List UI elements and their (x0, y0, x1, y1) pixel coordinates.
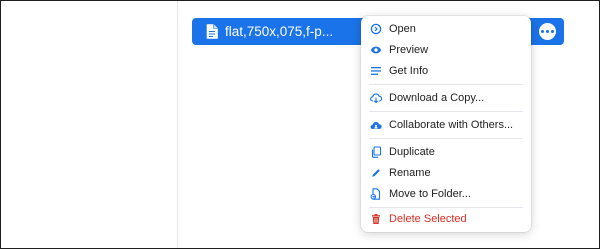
menu-item-label: Download a Copy... (389, 92, 485, 104)
menu-item-get-info[interactable]: Get Info (361, 61, 531, 81)
menu-item-duplicate[interactable]: Duplicate (361, 142, 531, 162)
pencil-icon (370, 167, 382, 179)
menu-item-label: Collaborate with Others... (389, 119, 514, 131)
menu-item-download[interactable]: Download a Copy... (361, 88, 531, 108)
eye-icon (370, 44, 382, 56)
menu-item-label: Open (389, 23, 416, 35)
move-file-icon (370, 188, 382, 200)
menu-item-preview[interactable]: Preview (361, 40, 531, 60)
collaborate-cloud-icon (370, 119, 382, 131)
cloud-download-icon (370, 92, 382, 104)
menu-item-collaborate[interactable]: Collaborate with Others... (361, 115, 531, 135)
file-name: flat,750x,075,f-p... (225, 24, 334, 39)
more-dot (546, 30, 549, 33)
menu-item-label: Move to Folder... (389, 188, 471, 200)
menu-item-rename[interactable]: Rename (361, 163, 531, 183)
menu-item-label: Get Info (389, 65, 429, 77)
app-window: flat,750x,075,f-p... JPEG Open Preview G… (0, 0, 600, 249)
more-dot (551, 30, 554, 33)
menu-item-label: Delete Selected (389, 213, 467, 225)
context-menu: Open Preview Get Info Download a Copy... (361, 16, 531, 232)
menu-item-move[interactable]: Move to Folder... (361, 184, 531, 204)
menu-divider (369, 138, 523, 139)
menu-divider (369, 111, 523, 112)
menu-item-label: Preview (389, 44, 429, 56)
menu-item-label: Duplicate (389, 146, 435, 158)
trash-icon (370, 213, 382, 225)
info-lines-icon (370, 65, 382, 77)
menu-item-open[interactable]: Open (361, 19, 531, 39)
sidebar (1, 1, 178, 248)
menu-divider (369, 84, 523, 85)
menu-divider (369, 207, 523, 208)
duplicate-icon (370, 146, 382, 158)
image-file-icon (206, 24, 218, 39)
menu-item-label: Rename (389, 167, 431, 179)
menu-item-delete[interactable]: Delete Selected (361, 209, 531, 229)
open-icon (370, 23, 382, 35)
more-options-button[interactable] (539, 23, 556, 40)
more-dots-icon (541, 30, 544, 33)
